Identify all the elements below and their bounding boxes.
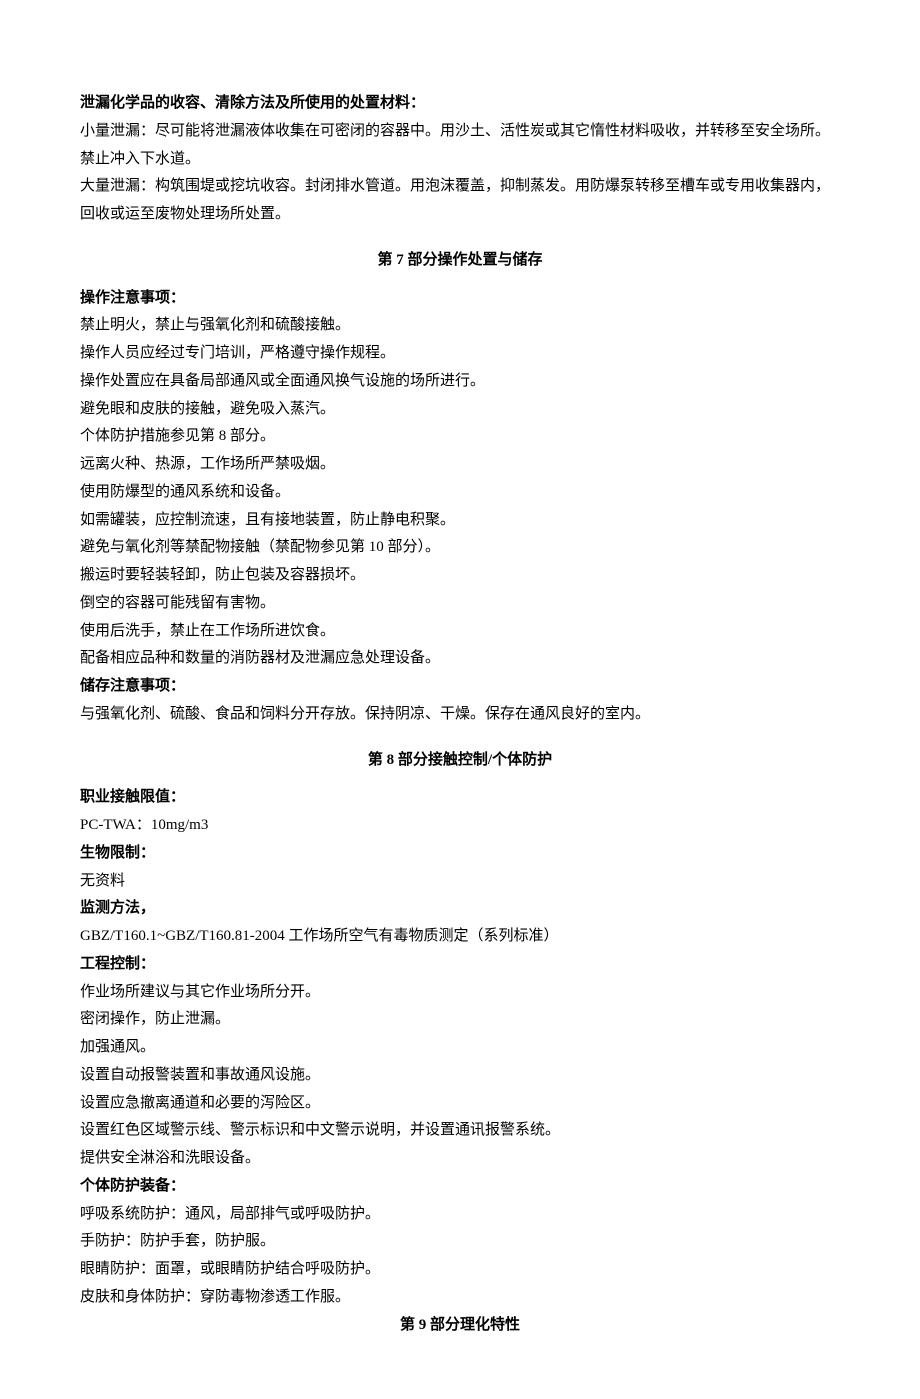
list-item: 操作处置应在具备局部通风或全面通风换气设施的场所进行。: [80, 368, 840, 396]
list-item: 提供安全淋浴和洗眼设备。: [80, 1145, 840, 1173]
paragraph-storage: 与强氧化剂、硫酸、食品和饲料分开存放。保持阴凉、干燥。保存在通风良好的室内。: [80, 701, 840, 729]
list-item: 避免与氧化剂等禁配物接触（禁配物参见第 10 部分）。: [80, 534, 840, 562]
value-pctwa: PC-TWA：10mg/m3: [80, 812, 840, 840]
heading-operation-precautions: 操作注意事项：: [80, 285, 840, 313]
value-monitoring: GBZ/T160.1~GBZ/T160.81-2004 工作场所空气有毒物质测定…: [80, 923, 840, 951]
list-item: 手防护：防护手套，防护服。: [80, 1228, 840, 1256]
heading-engineering-control: 工程控制：: [80, 951, 840, 979]
heading-occupational-limit: 职业接触限值：: [80, 784, 840, 812]
heading-spill-disposal: 泄漏化学品的收容、清除方法及所使用的处置材料：: [80, 90, 840, 118]
list-item: 禁止明火，禁止与强氧化剂和硫酸接触。: [80, 312, 840, 340]
list-item: 如需罐装，应控制流速，且有接地装置，防止静电积聚。: [80, 507, 840, 535]
section8-title: 第 8 部分接触控制/个体防护: [80, 747, 840, 775]
list-item: 配备相应品种和数量的消防器材及泄漏应急处理设备。: [80, 645, 840, 673]
heading-storage-precautions: 储存注意事项：: [80, 673, 840, 701]
value-biological: 无资料: [80, 868, 840, 896]
heading-biological-limit: 生物限制：: [80, 840, 840, 868]
list-item: 设置红色区域警示线、警示标识和中文警示说明，并设置通讯报警系统。: [80, 1117, 840, 1145]
section6-spill: 泄漏化学品的收容、清除方法及所使用的处置材料： 小量泄漏：尽可能将泄漏液体收集在…: [80, 90, 840, 229]
heading-personal-protection: 个体防护装备：: [80, 1173, 840, 1201]
section7-title: 第 7 部分操作处置与储存: [80, 247, 840, 275]
list-item: 使用防爆型的通风系统和设备。: [80, 479, 840, 507]
list-item: 作业场所建议与其它作业场所分开。: [80, 979, 840, 1007]
list-item: 操作人员应经过专门培训，严格遵守操作规程。: [80, 340, 840, 368]
list-item: 皮肤和身体防护：穿防毒物渗透工作服。: [80, 1284, 840, 1312]
list-item: 避免眼和皮肤的接触，避免吸入蒸汽。: [80, 396, 840, 424]
list-item: 搬运时要轻装轻卸，防止包装及容器损坏。: [80, 562, 840, 590]
list-item: 使用后洗手，禁止在工作场所进饮食。: [80, 618, 840, 646]
list-item: 个体防护措施参见第 8 部分。: [80, 423, 840, 451]
list-item: 远离火种、热源，工作场所严禁吸烟。: [80, 451, 840, 479]
list-item: 设置应急撤离通道和必要的泻险区。: [80, 1090, 840, 1118]
section9-title: 第 9 部分理化特性: [80, 1312, 840, 1340]
list-item: 密闭操作，防止泄漏。: [80, 1006, 840, 1034]
paragraph-large-spill: 大量泄漏：构筑围堤或挖坑收容。封闭排水管道。用泡沫覆盖，抑制蒸发。用防爆泵转移至…: [80, 173, 840, 229]
list-item: 设置自动报警装置和事故通风设施。: [80, 1062, 840, 1090]
list-item: 眼睛防护：面罩，或眼睛防护结合呼吸防护。: [80, 1256, 840, 1284]
list-item: 加强通风。: [80, 1034, 840, 1062]
heading-monitoring-method: 监测方法，: [80, 895, 840, 923]
list-item: 呼吸系统防护：通风，局部排气或呼吸防护。: [80, 1201, 840, 1229]
section7-operation: 操作注意事项： 禁止明火，禁止与强氧化剂和硫酸接触。 操作人员应经过专门培训，严…: [80, 285, 840, 729]
paragraph-small-spill: 小量泄漏：尽可能将泄漏液体收集在可密闭的容器中。用沙土、活性炭或其它惰性材料吸收…: [80, 118, 840, 174]
list-item: 倒空的容器可能残留有害物。: [80, 590, 840, 618]
section8-exposure: 职业接触限值： PC-TWA：10mg/m3 生物限制： 无资料 监测方法， G…: [80, 784, 840, 1311]
